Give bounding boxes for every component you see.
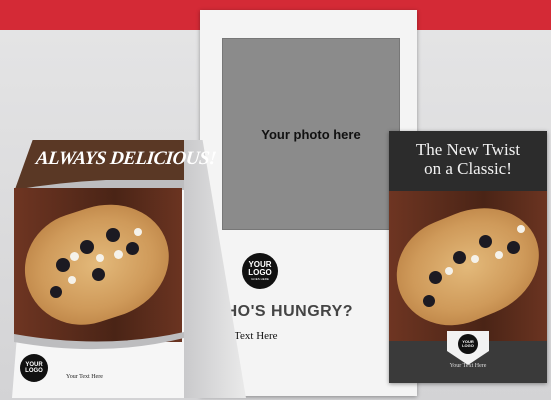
tent-logo: YOUR LOGO (20, 354, 48, 382)
flatbread-image (10, 188, 184, 340)
card-small-text: Your Text Here (449, 363, 487, 369)
tent-side-panel (184, 140, 246, 398)
tent-food-photo (10, 188, 184, 342)
blackberry (80, 240, 94, 254)
blackberry (429, 271, 442, 284)
cheese (471, 255, 479, 263)
cheese (517, 225, 525, 233)
tent-small-text: Your Text Here (66, 374, 103, 380)
blackberry (56, 258, 70, 272)
poster-logo-sub: GOES HERE (251, 277, 269, 281)
blackberry (126, 242, 139, 255)
cheese (96, 254, 104, 262)
flatbread-image (380, 189, 551, 343)
blackberry (106, 228, 120, 242)
tent-logo-line2: LOGO (25, 368, 43, 374)
table-tent: ALWAYS DELICIOUS! YOUR LOGO Your Text He… (10, 140, 246, 398)
blackberry (50, 286, 62, 298)
blackberry (453, 251, 466, 264)
cheese (134, 228, 142, 236)
poster-logo: YOUR LOGO GOES HERE (242, 253, 278, 289)
card-food-photo (380, 189, 551, 343)
blackberry (507, 241, 520, 254)
tent-headline: ALWAYS DELICIOUS! (34, 148, 218, 169)
blackberry (423, 295, 435, 307)
poster-logo-line2: LOGO (248, 268, 272, 277)
photo-placeholder[interactable]: Your photo here (222, 38, 400, 230)
cheese (495, 251, 503, 259)
card-headline: The New Twist on a Classic! (389, 140, 547, 178)
card-logo-line2: LOGO (462, 343, 474, 348)
card-logo: YOUR LOGO (458, 334, 478, 354)
blackberry (92, 268, 105, 281)
card-headline-line2: on a Classic! (424, 158, 512, 178)
menu-card: The New Twist on a Classic! YOUR LOGO Yo… (380, 131, 551, 383)
blackberry (479, 235, 492, 248)
cheese (445, 267, 453, 275)
card-headline-line1: The New Twist (415, 140, 521, 159)
cheese (68, 276, 76, 284)
cheese (114, 250, 123, 259)
cheese (70, 252, 79, 261)
photo-placeholder-label: Your photo here (261, 126, 361, 142)
